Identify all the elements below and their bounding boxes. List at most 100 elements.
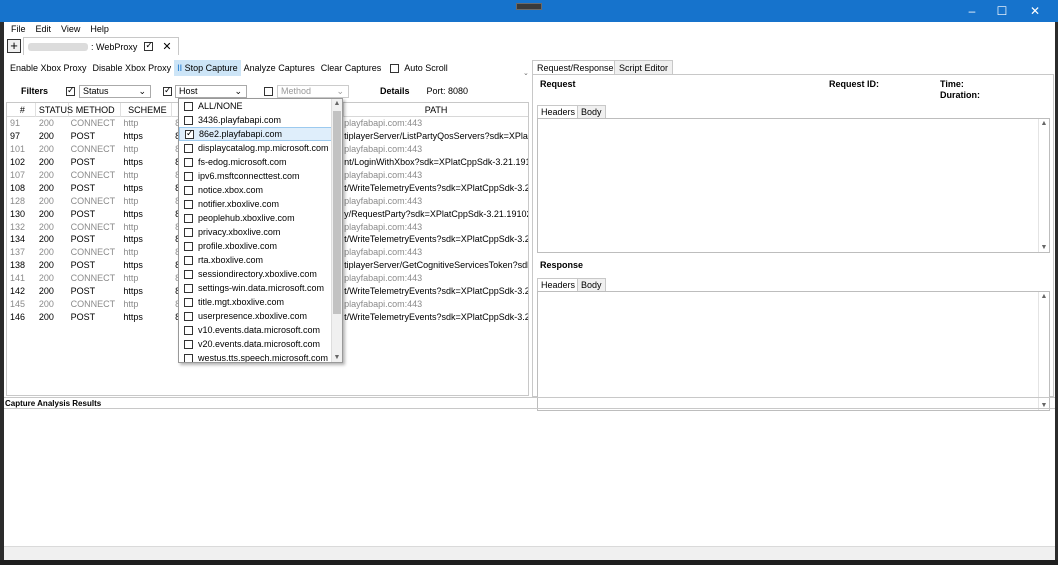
add-connection-button[interactable]: + [7,39,21,53]
host-option-checkbox[interactable] [184,325,193,335]
host-option-checkbox[interactable] [184,269,193,279]
host-option[interactable]: userpresence.xboxlive.com [179,309,342,323]
host-option[interactable]: 3436.playfabapi.com [179,113,342,127]
host-option[interactable]: 86e2.playfabapi.com [179,127,342,141]
method-filter-checkbox[interactable] [264,86,273,96]
host-option[interactable]: peoplehub.xboxlive.com [179,211,342,225]
column-header-scheme[interactable]: SCHEME [121,103,173,117]
analyze-captures-button[interactable]: Analyze Captures [241,60,318,76]
minimize-button[interactable]: – [955,0,989,22]
cell-method: CONNECT [70,195,116,206]
auto-scroll-checkbox[interactable] [390,63,400,73]
cell-method: CONNECT [70,221,116,232]
host-option-checkbox[interactable] [185,128,194,139]
stop-capture-button[interactable]: II Stop Capture [174,60,241,76]
column-header-num[interactable]: # [7,103,36,117]
host-option-checkbox[interactable] [184,227,193,237]
cell-num: 141 [10,273,26,284]
column-header-path[interactable]: PATH [344,103,528,117]
menu-view[interactable]: View [61,24,80,34]
toolbar-overflow-icon[interactable]: ⌄ [523,69,529,77]
host-option[interactable]: notice.xbox.com [179,183,342,197]
column-header-method[interactable]: METHOD [69,103,121,117]
host-option-checkbox[interactable] [184,171,193,181]
host-option-checkbox[interactable] [184,283,193,293]
request-tab-headers[interactable]: Headers [537,105,580,118]
status-filter-select[interactable]: Status ⌄ [79,84,151,98]
host-option[interactable]: westus.tts.speech.microsoft.com [179,351,342,362]
scroll-down-icon[interactable]: ▼ [332,354,342,361]
response-content-area[interactable]: ▲ ▼ [537,291,1050,411]
scroll-up-icon[interactable]: ▲ [1039,120,1049,127]
host-option-checkbox[interactable] [184,297,193,307]
title-bar-grip[interactable] [516,3,542,10]
host-option-checkbox[interactable] [184,185,193,195]
host-option-checkbox[interactable] [184,241,193,251]
stop-capture-label: Stop Capture [184,63,238,73]
host-option[interactable]: v10.events.data.microsoft.com [179,323,342,337]
column-header-status[interactable]: STATUS [36,103,73,117]
enable-xbox-proxy-button[interactable]: Enable Xbox Proxy [7,60,90,76]
filters-label: Filters [21,86,49,96]
host-filter-select[interactable]: Host ⌄ [175,84,247,98]
host-option-checkbox[interactable] [184,101,193,111]
request-tab-body[interactable]: Body [577,105,606,118]
host-filter-checkbox[interactable] [163,85,172,96]
close-tab-icon[interactable]: ✕ [162,40,171,53]
cell-scheme: http [123,247,139,258]
cell-scheme: http [123,273,139,284]
menu-help[interactable]: Help [90,24,109,34]
host-option-checkbox[interactable] [184,311,193,321]
host-option-label: profile.xboxlive.com [198,241,278,251]
host-option[interactable]: ipv6.msftconnecttest.com [179,169,342,183]
response-label: Response [540,260,584,270]
cell-num: 146 [10,311,26,322]
host-option[interactable]: settings-win.data.microsoft.com [179,281,342,295]
menu-file[interactable]: File [11,24,26,34]
host-option[interactable]: privacy.xboxlive.com [179,225,342,239]
request-scrollbar[interactable]: ▲ ▼ [1038,119,1049,252]
cell-scheme: https [123,208,143,219]
host-option[interactable]: rta.xboxlive.com [179,253,342,267]
host-option[interactable]: profile.xboxlive.com [179,239,342,253]
host-option-checkbox[interactable] [184,157,193,167]
host-option-checkbox[interactable] [184,339,193,349]
host-option-checkbox[interactable] [184,199,193,209]
tab-request-response[interactable]: Request/Response [532,60,619,74]
host-option[interactable]: sessiondirectory.xboxlive.com [179,267,342,281]
scroll-up-icon[interactable]: ▲ [332,100,342,107]
method-filter-select[interactable]: Method ⌄ [277,84,349,98]
host-option-checkbox[interactable] [184,255,193,265]
status-filter-checkbox[interactable] [66,85,75,96]
scroll-down-icon[interactable]: ▼ [1039,244,1049,251]
dropdown-scroll-thumb[interactable] [333,111,341,314]
tab-script-editor[interactable]: Script Editor [614,60,674,74]
host-option[interactable]: displaycatalog.mp.microsoft.com [179,141,342,155]
host-option-checkbox[interactable] [184,143,193,153]
cell-status: 200 [38,182,54,193]
close-window-button[interactable]: ✕ [1018,0,1052,22]
host-option-checkbox[interactable] [184,115,193,125]
disable-xbox-proxy-button[interactable]: Disable Xbox Proxy [90,60,175,76]
host-option[interactable]: title.mgt.xboxlive.com [179,295,342,309]
response-tab-headers[interactable]: Headers [537,278,580,291]
connection-tab[interactable]: : WebProxy ✕ [23,37,179,55]
response-tab-body[interactable]: Body [577,278,606,291]
host-option[interactable]: ALL/NONE [179,99,342,113]
cell-num: 91 [10,118,21,129]
connection-enabled-checkbox[interactable] [144,40,154,51]
cell-method: POST [70,260,96,271]
maximize-button[interactable]: ☐ [985,0,1019,22]
host-option-checkbox[interactable] [184,353,193,362]
host-option[interactable]: notifier.xboxlive.com [179,197,342,211]
dropdown-scrollbar[interactable]: ▲ ▼ [331,99,342,362]
host-option[interactable]: v20.events.data.microsoft.com [179,337,342,351]
menu-edit[interactable]: Edit [36,24,52,34]
clear-captures-button[interactable]: Clear Captures [318,60,385,76]
response-scrollbar[interactable]: ▲ ▼ [1038,292,1049,410]
cell-scheme: https [123,182,143,193]
host-option[interactable]: fs-edog.microsoft.com [179,155,342,169]
request-content-area[interactable]: ▲ ▼ [537,118,1050,253]
host-option-checkbox[interactable] [184,213,193,223]
scroll-up-icon[interactable]: ▲ [1039,293,1049,300]
